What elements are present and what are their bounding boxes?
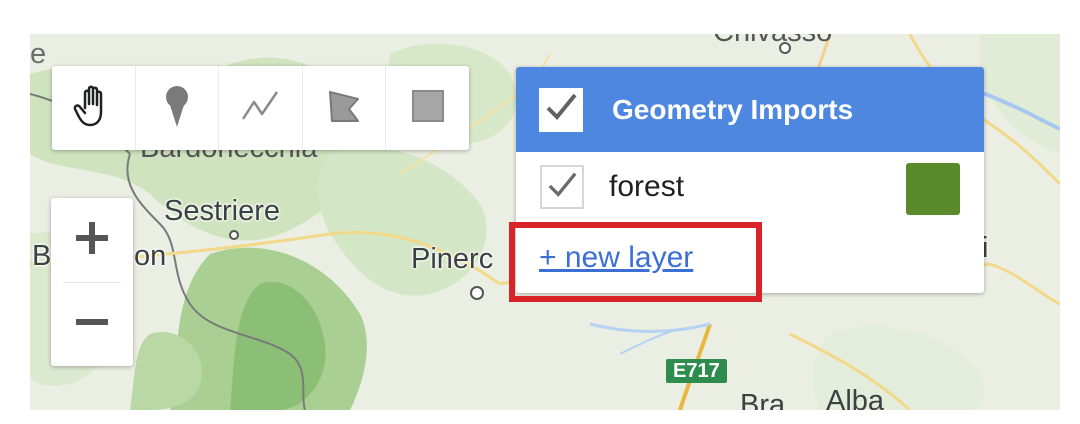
new-layer-link[interactable]: + new layer	[539, 241, 693, 275]
map-label-pinerolo: Pinerc	[411, 243, 494, 275]
checkmark-icon	[544, 90, 578, 129]
map-label-bra: Bra	[740, 389, 786, 411]
panel-header: Geometry Imports	[516, 67, 984, 152]
map-label-sestriere: Sestriere	[164, 195, 281, 227]
header-checkbox[interactable]	[539, 87, 583, 132]
layer-checkbox-forest[interactable]	[540, 165, 584, 209]
road-shield-e717: E717	[666, 359, 727, 383]
plus-icon	[75, 221, 109, 260]
line-icon	[240, 88, 280, 129]
map-label-briancon-on: on	[134, 240, 167, 272]
checkmark-icon	[546, 169, 578, 206]
zoom-divider	[63, 282, 121, 283]
layer-color-swatch[interactable]	[906, 163, 960, 215]
geometry-imports-panel: Geometry Imports forest + new layer	[516, 67, 984, 293]
map-label-edge-e: e	[30, 38, 47, 70]
rectangle-icon	[410, 88, 446, 129]
panel-title: Geometry Imports	[612, 93, 854, 125]
drawing-toolbar	[52, 66, 469, 150]
layer-row-forest[interactable]: forest	[516, 152, 984, 222]
minus-icon	[75, 305, 109, 344]
map-label-briancon-b: B	[32, 240, 52, 272]
polygon-icon	[325, 87, 363, 130]
zoom-control	[51, 198, 133, 366]
line-tool-button[interactable]	[218, 66, 302, 150]
rectangle-tool-button[interactable]	[385, 66, 469, 150]
layer-name[interactable]: forest	[609, 170, 684, 204]
marker-tool-button[interactable]	[134, 66, 219, 150]
marker-icon	[161, 83, 193, 134]
zoom-in-button[interactable]	[51, 198, 133, 282]
zoom-out-button[interactable]	[51, 282, 133, 366]
hand-pan-icon	[73, 84, 113, 133]
map-label-alba: Alba	[826, 385, 885, 411]
pan-tool-button[interactable]	[52, 66, 135, 150]
polygon-tool-button[interactable]	[301, 66, 386, 150]
map-label-chivasso: Chivasso	[713, 34, 832, 47]
